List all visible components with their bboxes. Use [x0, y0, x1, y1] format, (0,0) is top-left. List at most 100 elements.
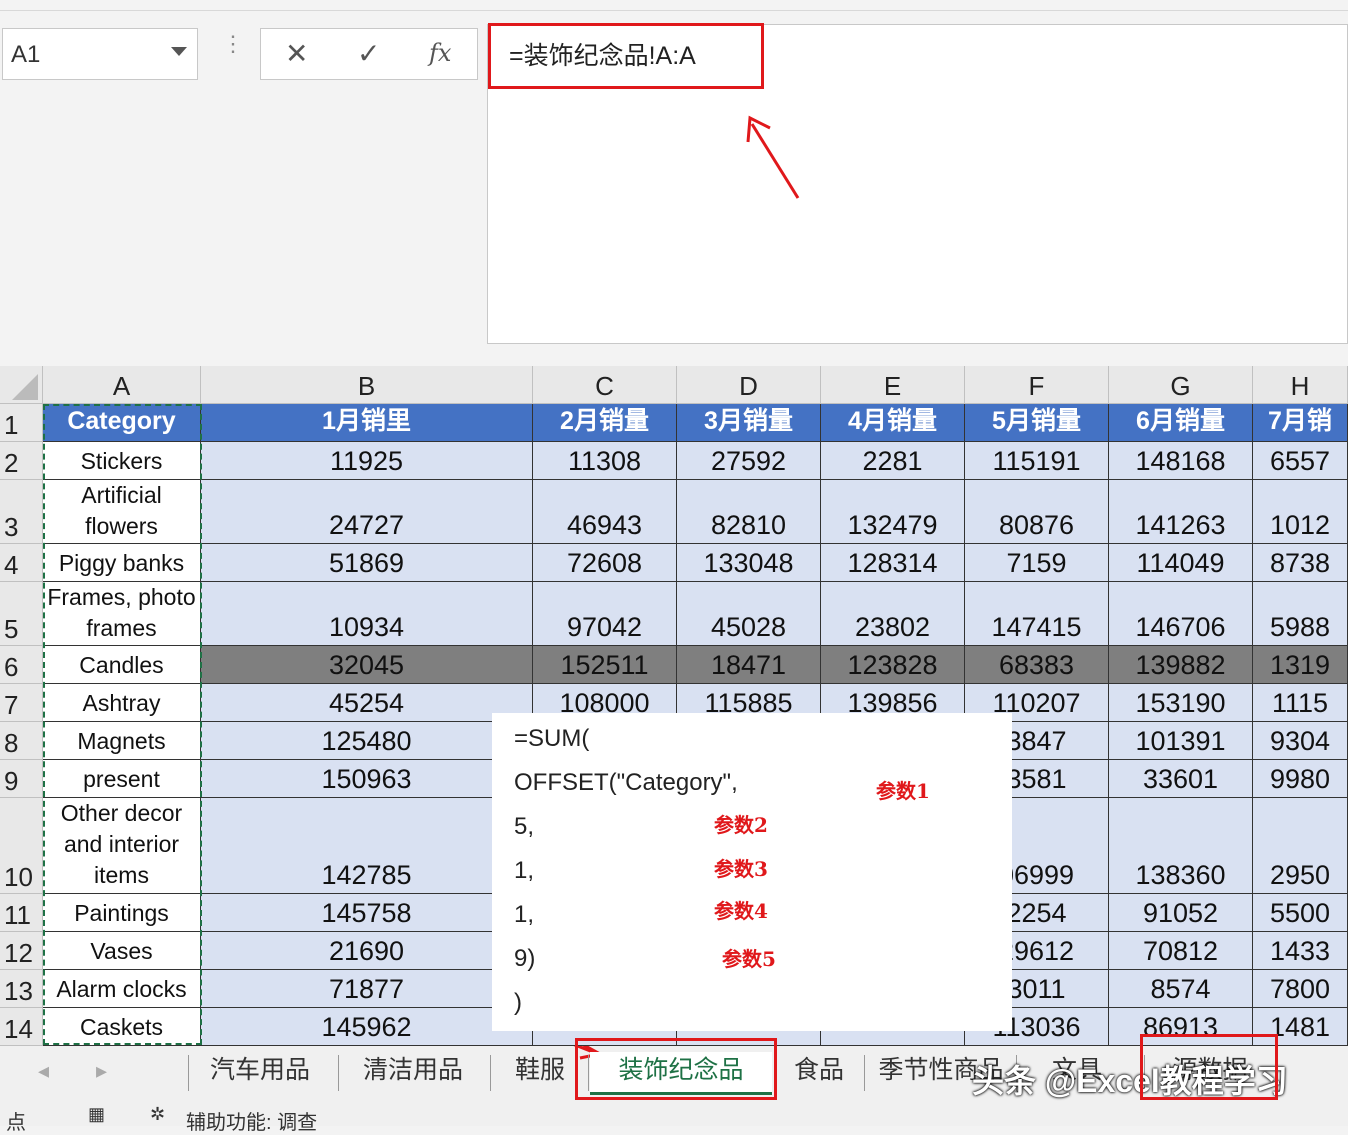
sales-cell[interactable]: 70812: [1109, 932, 1253, 970]
row-header[interactable]: 5: [0, 582, 43, 646]
sheet-tab[interactable]: 清洁用品: [340, 1052, 486, 1092]
column-header-b[interactable]: B: [201, 366, 533, 404]
sales-cell[interactable]: 145758: [201, 894, 533, 932]
row-header[interactable]: 7: [0, 684, 43, 722]
name-box[interactable]: A1: [2, 28, 198, 80]
sales-cell[interactable]: 18471: [677, 646, 821, 684]
sales-cell[interactable]: 10934: [201, 582, 533, 646]
sales-cell[interactable]: 7800: [1253, 970, 1348, 1008]
enter-icon[interactable]: ✓: [357, 37, 380, 70]
column-header-f[interactable]: F: [965, 366, 1109, 404]
sales-cell[interactable]: 141263: [1109, 480, 1253, 544]
sales-cell[interactable]: 21690: [201, 932, 533, 970]
row-header[interactable]: 14: [0, 1008, 43, 1046]
sales-cell[interactable]: 33601: [1109, 760, 1253, 798]
sales-cell[interactable]: 11925: [201, 442, 533, 480]
sales-cell[interactable]: 101391: [1109, 722, 1253, 760]
sales-cell[interactable]: 1012: [1253, 480, 1348, 544]
sales-cell[interactable]: 51869: [201, 544, 533, 582]
sales-cell[interactable]: 147415: [965, 582, 1109, 646]
sales-cell[interactable]: 27592: [677, 442, 821, 480]
sales-cell[interactable]: 68383: [965, 646, 1109, 684]
insert-function-icon[interactable]: fx: [429, 39, 451, 67]
sales-cell[interactable]: 123828: [821, 646, 965, 684]
header-cell[interactable]: 1月销里: [201, 404, 533, 442]
sales-cell[interactable]: 115191: [965, 442, 1109, 480]
sales-cell[interactable]: 145962: [201, 1008, 533, 1046]
sales-cell[interactable]: 153190: [1109, 684, 1253, 722]
header-cell[interactable]: 3月销量: [677, 404, 821, 442]
accessibility-status[interactable]: 辅助功能: 调查: [186, 1106, 317, 1135]
sales-cell[interactable]: 114049: [1109, 544, 1253, 582]
sales-cell[interactable]: 2950: [1253, 798, 1348, 894]
sales-cell[interactable]: 132479: [821, 480, 965, 544]
sales-cell[interactable]: 128314: [821, 544, 965, 582]
row-header[interactable]: 6: [0, 646, 43, 684]
more-options-icon[interactable]: ⋮: [222, 33, 244, 70]
sales-cell[interactable]: 8738: [1253, 544, 1348, 582]
sheet-tab[interactable]: 鞋服: [492, 1052, 588, 1092]
column-header-d[interactable]: D: [677, 366, 821, 404]
header-cell[interactable]: 2月销量: [533, 404, 677, 442]
row-header[interactable]: 8: [0, 722, 43, 760]
sales-cell[interactable]: 5988: [1253, 582, 1348, 646]
scroll-right-icon[interactable]: ▸: [96, 1058, 107, 1084]
sales-cell[interactable]: 8574: [1109, 970, 1253, 1008]
sales-cell[interactable]: 1115: [1253, 684, 1348, 722]
sales-cell[interactable]: 6557: [1253, 442, 1348, 480]
scroll-left-icon[interactable]: ◂: [38, 1058, 49, 1084]
column-header-a[interactable]: A: [43, 366, 201, 404]
header-cell[interactable]: 4月销量: [821, 404, 965, 442]
sales-cell[interactable]: 139882: [1109, 646, 1253, 684]
sheet-tab[interactable]: 食品: [780, 1052, 858, 1092]
sales-cell[interactable]: 82810: [677, 480, 821, 544]
sales-cell[interactable]: 5500: [1253, 894, 1348, 932]
sales-cell[interactable]: 71877: [201, 970, 533, 1008]
sales-cell[interactable]: 11308: [533, 442, 677, 480]
row-header[interactable]: 12: [0, 932, 43, 970]
header-cell[interactable]: 5月销量: [965, 404, 1109, 442]
sales-cell[interactable]: 1319: [1253, 646, 1348, 684]
sales-cell[interactable]: 2281: [821, 442, 965, 480]
macro-record-icon[interactable]: ▦: [88, 1104, 105, 1125]
sales-cell[interactable]: 80876: [965, 480, 1109, 544]
sales-cell[interactable]: 133048: [677, 544, 821, 582]
row-header[interactable]: 3: [0, 480, 43, 544]
sales-cell[interactable]: 32045: [201, 646, 533, 684]
sales-cell[interactable]: 23802: [821, 582, 965, 646]
sales-cell[interactable]: 24727: [201, 480, 533, 544]
sales-cell[interactable]: 91052: [1109, 894, 1253, 932]
sales-cell[interactable]: 46943: [533, 480, 677, 544]
row-header[interactable]: 9: [0, 760, 43, 798]
column-header-g[interactable]: G: [1109, 366, 1253, 404]
column-header-h[interactable]: H: [1253, 366, 1348, 404]
chevron-down-icon[interactable]: [171, 47, 187, 56]
sales-cell[interactable]: 138360: [1109, 798, 1253, 894]
select-all-corner[interactable]: [0, 366, 43, 404]
sales-cell[interactable]: 7159: [965, 544, 1109, 582]
sales-cell[interactable]: 45028: [677, 582, 821, 646]
sales-cell[interactable]: 150963: [201, 760, 533, 798]
header-cell[interactable]: 6月销量: [1109, 404, 1253, 442]
row-header[interactable]: 4: [0, 544, 43, 582]
sales-cell[interactable]: 97042: [533, 582, 677, 646]
row-header[interactable]: 10: [0, 798, 43, 894]
column-header-c[interactable]: C: [533, 366, 677, 404]
sales-cell[interactable]: 146706: [1109, 582, 1253, 646]
sales-cell[interactable]: 142785: [201, 798, 533, 894]
row-header[interactable]: 13: [0, 970, 43, 1008]
sales-cell[interactable]: 72608: [533, 544, 677, 582]
column-header-e[interactable]: E: [821, 366, 965, 404]
sheet-tab[interactable]: 汽车用品: [190, 1052, 330, 1092]
row-header[interactable]: 2: [0, 442, 43, 480]
sales-cell[interactable]: 9980: [1253, 760, 1348, 798]
sales-cell[interactable]: 1433: [1253, 932, 1348, 970]
row-header[interactable]: 11: [0, 894, 43, 932]
row-header[interactable]: 1: [0, 404, 43, 442]
sales-cell[interactable]: 152511: [533, 646, 677, 684]
sales-cell[interactable]: 148168: [1109, 442, 1253, 480]
header-cell[interactable]: 7月销: [1253, 404, 1348, 442]
sales-cell[interactable]: 9304: [1253, 722, 1348, 760]
cancel-icon[interactable]: ✕: [285, 37, 308, 70]
accessibility-icon[interactable]: ✲: [150, 1104, 165, 1125]
